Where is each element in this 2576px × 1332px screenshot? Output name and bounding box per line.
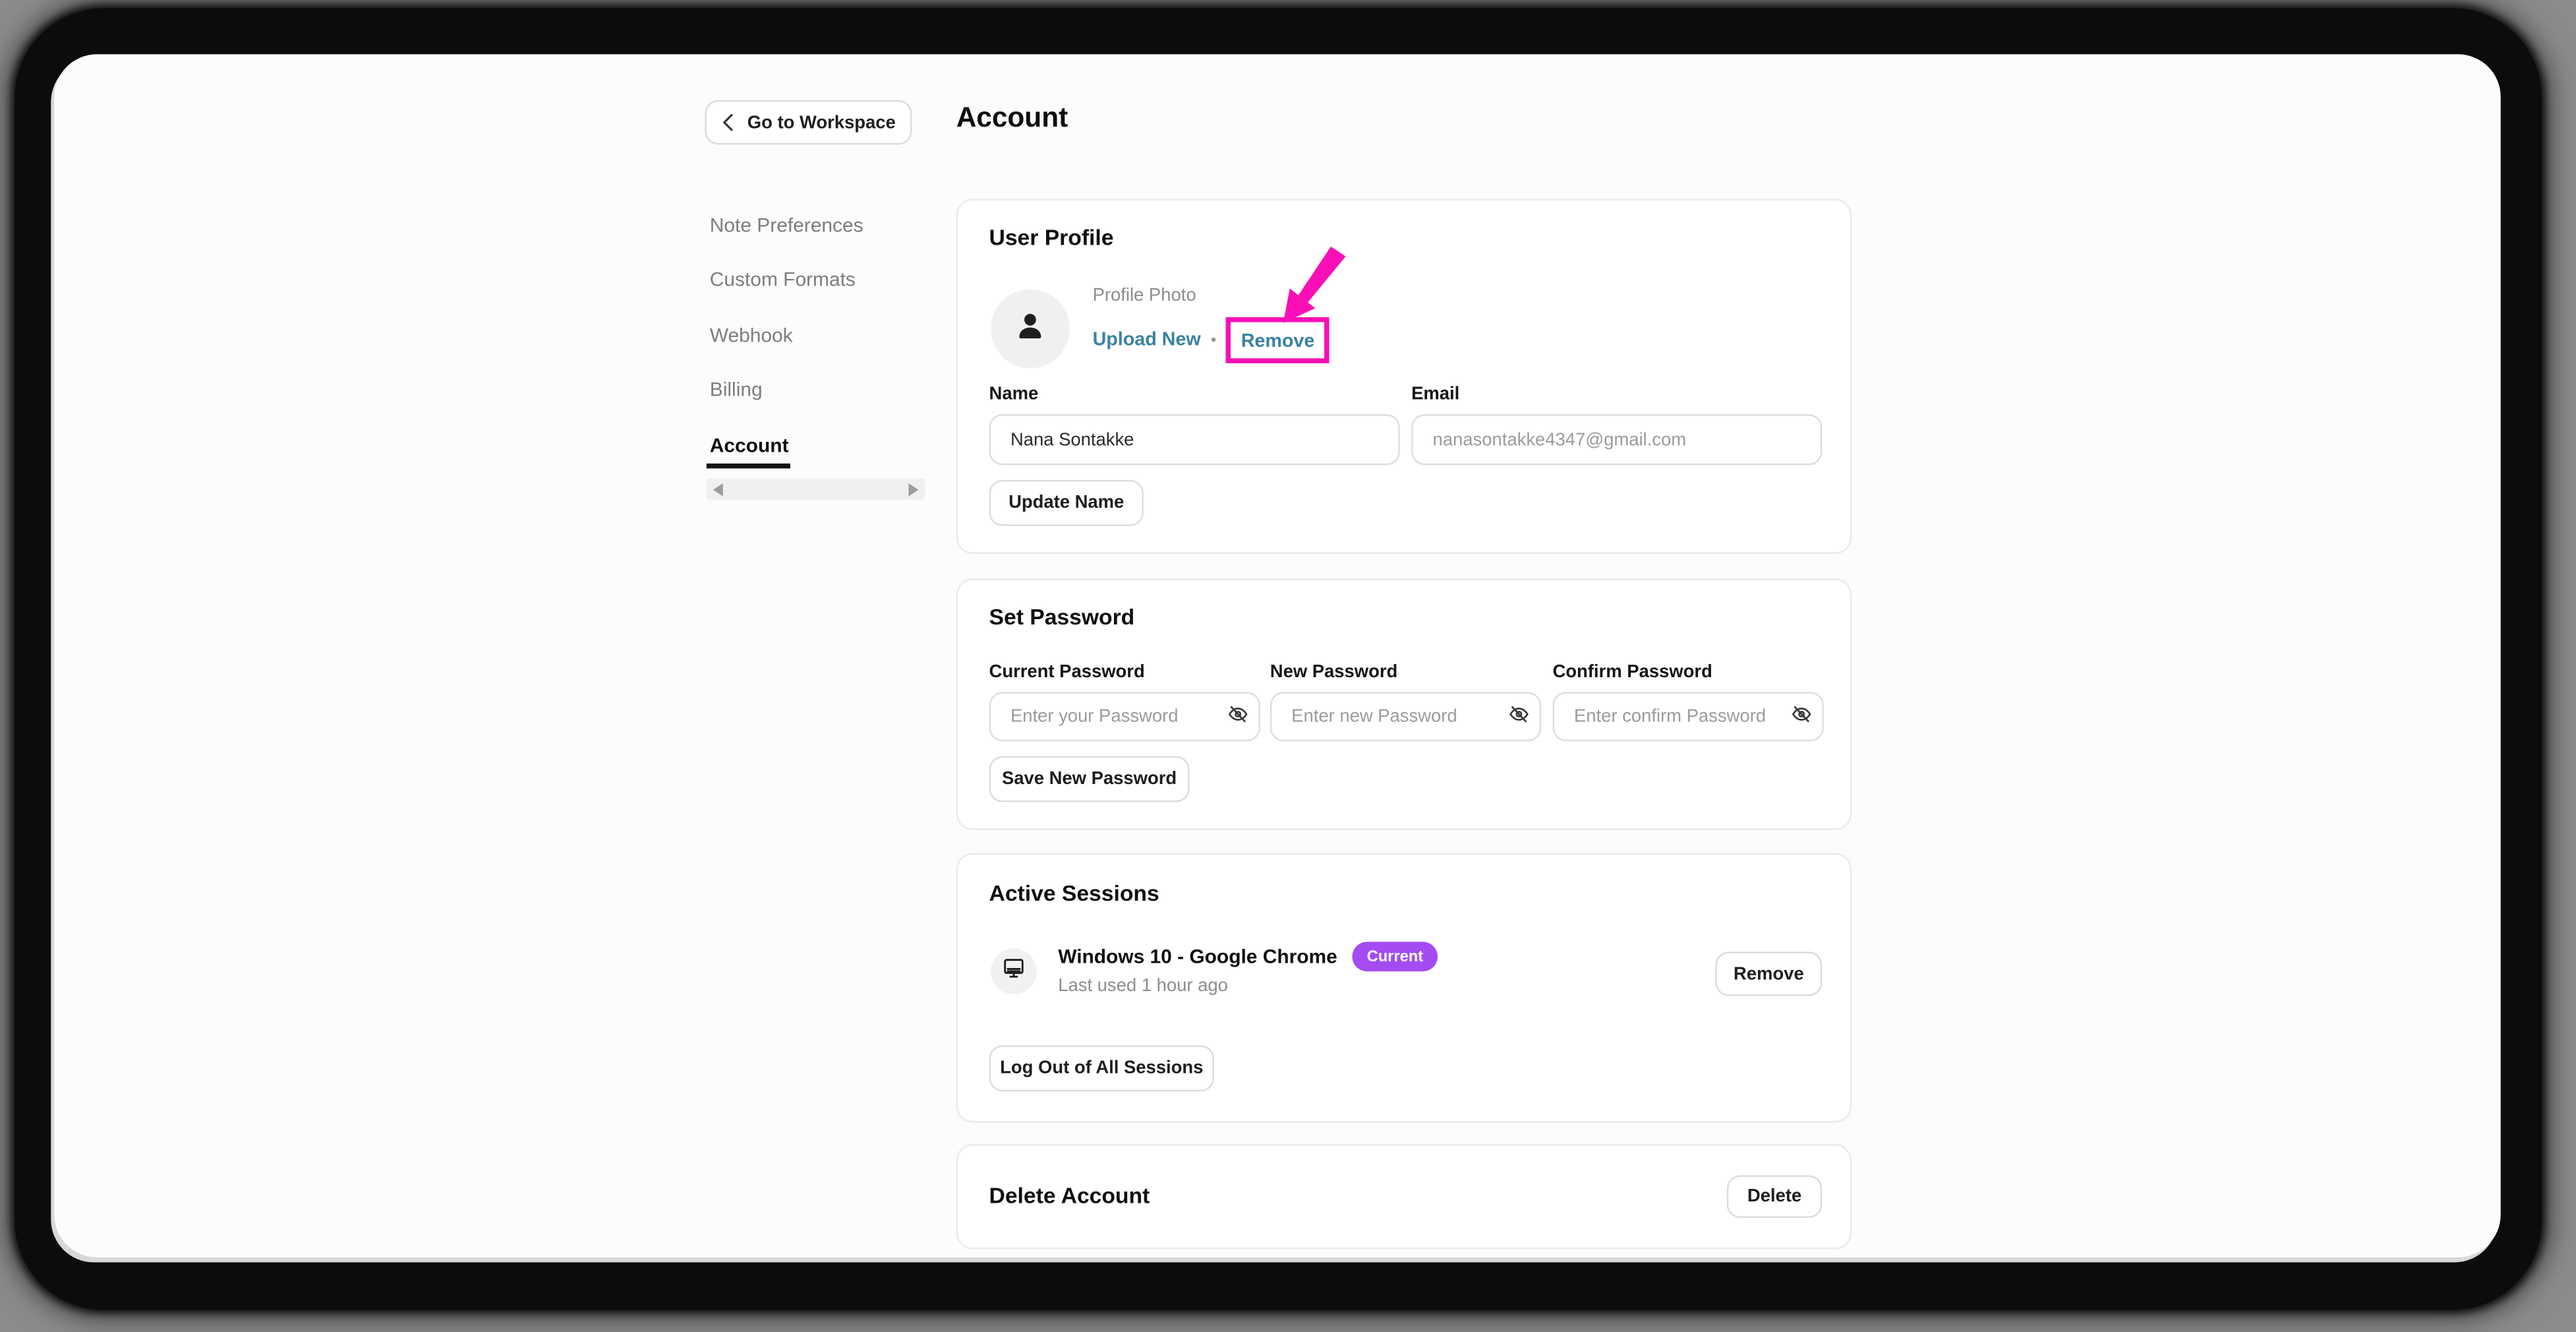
- delete-account-button[interactable]: Delete: [1726, 1175, 1823, 1219]
- update-name-button[interactable]: Update Name: [989, 479, 1144, 526]
- set-password-card: Set Password Current Password New Passwo…: [956, 578, 1852, 830]
- sidebar-horizontal-scrollbar[interactable]: [706, 478, 925, 500]
- delete-account-card: Delete Account Delete: [956, 1143, 1852, 1250]
- new-password-input[interactable]: [1270, 692, 1542, 742]
- eye-off-icon: [1227, 704, 1248, 730]
- confirm-password-label: Confirm Password: [1552, 662, 1712, 682]
- go-to-workspace-button[interactable]: Go to Workspace: [705, 100, 912, 145]
- chevron-left-icon: [721, 113, 736, 131]
- upload-new-link[interactable]: Upload New: [1093, 330, 1201, 350]
- new-password-label: New Password: [1270, 662, 1398, 682]
- session-device-name: Windows 10 - Google Chrome: [1058, 945, 1337, 969]
- profile-avatar: [991, 289, 1070, 369]
- toggle-new-password-visibility[interactable]: [1505, 704, 1531, 730]
- remove-link-highlight-box: Remove: [1226, 317, 1330, 363]
- link-separator-dot: •: [1210, 331, 1217, 349]
- scroll-right-arrow-icon[interactable]: [908, 482, 919, 496]
- screenshot-stage: Go to Workspace Account Note Preferences…: [0, 0, 2576, 1332]
- user-profile-title: User Profile: [989, 225, 1114, 250]
- page-title: Account: [956, 102, 1068, 133]
- eye-off-icon: [1508, 704, 1529, 730]
- name-label: Name: [989, 384, 1039, 405]
- go-to-workspace-label: Go to Workspace: [747, 112, 896, 133]
- delete-account-title: Delete Account: [989, 1183, 1150, 1209]
- sidebar-item-note-preferences[interactable]: Note Preferences: [710, 214, 864, 237]
- user-profile-card: User Profile Profile Photo Upload New • …: [956, 198, 1852, 555]
- active-sessions-title: Active Sessions: [989, 881, 1159, 906]
- sidebar-item-billing[interactable]: Billing: [710, 378, 763, 401]
- sidebar-item-account[interactable]: Account: [710, 434, 789, 457]
- sidebar-item-webhook[interactable]: Webhook: [710, 324, 793, 347]
- name-input[interactable]: [989, 414, 1400, 466]
- remove-photo-link[interactable]: Remove: [1241, 332, 1315, 352]
- app-window: Go to Workspace Account Note Preferences…: [54, 54, 2501, 1257]
- email-label: Email: [1411, 384, 1460, 405]
- eye-off-icon: [1790, 704, 1811, 730]
- confirm-password-input[interactable]: [1552, 692, 1824, 742]
- person-icon: [1012, 307, 1048, 351]
- remove-session-button[interactable]: Remove: [1715, 952, 1823, 996]
- active-item-underline: [706, 463, 790, 468]
- profile-photo-actions: Upload New • Remove: [1093, 317, 1330, 363]
- scroll-left-arrow-icon[interactable]: [713, 482, 723, 496]
- session-last-used: Last used 1 hour ago: [1058, 976, 1228, 996]
- email-input[interactable]: [1411, 414, 1823, 466]
- session-device-avatar: [991, 948, 1037, 995]
- sidebar-item-custom-formats[interactable]: Custom Formats: [710, 268, 856, 291]
- logout-all-sessions-button[interactable]: Log Out of All Sessions: [989, 1045, 1215, 1092]
- save-new-password-button[interactable]: Save New Password: [989, 756, 1190, 802]
- current-session-badge: Current: [1352, 942, 1438, 972]
- active-sessions-card: Active Sessions Windows 10 - Google Chro…: [956, 853, 1852, 1123]
- monitor-icon: [1001, 954, 1027, 988]
- profile-photo-label: Profile Photo: [1092, 286, 1196, 306]
- current-password-input[interactable]: [989, 692, 1260, 742]
- toggle-current-password-visibility[interactable]: [1224, 704, 1250, 730]
- session-row: Windows 10 - Google Chrome Current: [1058, 942, 1438, 972]
- current-password-label: Current Password: [989, 662, 1145, 682]
- set-password-title: Set Password: [989, 605, 1135, 630]
- toggle-confirm-password-visibility[interactable]: [1788, 704, 1814, 730]
